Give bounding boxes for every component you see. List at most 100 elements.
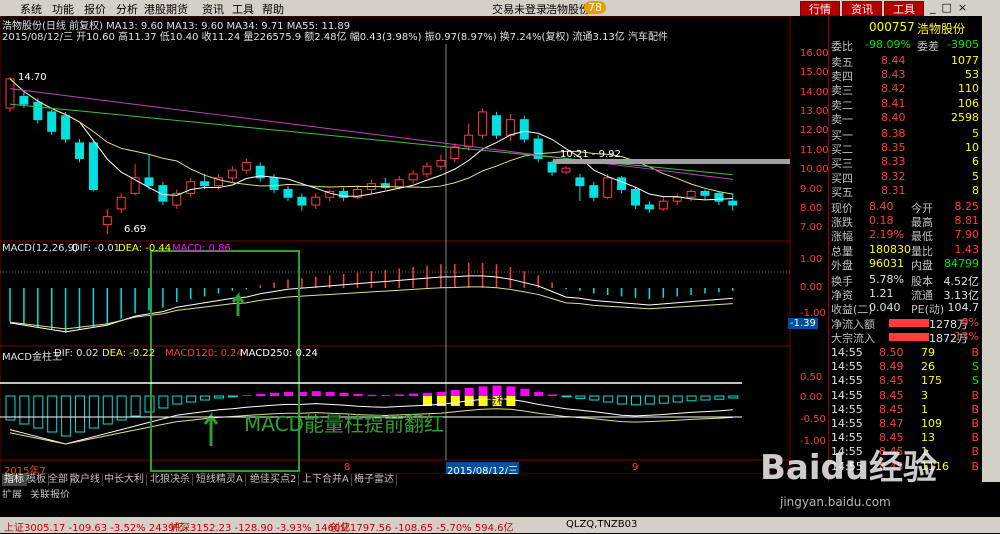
- tick-time: 14:55: [831, 402, 863, 416]
- tick-side: B: [971, 402, 979, 416]
- candle-body: [116, 196, 126, 210]
- tab-3[interactable]: 散户线: [68, 474, 103, 486]
- bid-row[interactable]: 买五 8.31 8: [829, 184, 983, 199]
- tick-volume: 1: [921, 402, 928, 416]
- menu-hk-futures[interactable]: 港股期货: [144, 1, 188, 17]
- notification-badge[interactable]: 78: [584, 1, 606, 14]
- tick-row: 14:55 8.45 1 B: [829, 403, 983, 417]
- stat2-row-value: 0.040: [869, 301, 901, 315]
- stat-row-value2: 84799: [944, 256, 979, 270]
- macd1-marker: -1.39: [788, 318, 818, 329]
- ask-row[interactable]: 卖一 8.40 2598: [829, 111, 983, 126]
- menu-analysis[interactable]: 分析: [116, 1, 138, 17]
- ask-price: 8.42: [881, 82, 906, 96]
- ask-volume: 106: [958, 96, 979, 110]
- news-button[interactable]: 资讯: [842, 1, 882, 16]
- menu-tools[interactable]: 工具: [232, 1, 254, 17]
- stat-row-value: 2.19%: [869, 228, 904, 242]
- candle-body: [436, 159, 446, 167]
- tick-side: B: [971, 431, 979, 445]
- macd2-bar: [270, 392, 280, 396]
- macd2-bar: [144, 395, 155, 413]
- right-toolbar[interactable]: [982, 16, 1000, 482]
- candle-body: [700, 190, 710, 196]
- bid-volume: 10: [965, 141, 979, 155]
- tab-6[interactable]: 短线精灵A: [194, 474, 246, 486]
- ask-price: 8.41: [881, 96, 906, 110]
- menu-function[interactable]: 功能: [52, 1, 74, 17]
- minimize-icon[interactable]: _: [930, 1, 942, 14]
- tab-7[interactable]: 绝佳买点2: [248, 474, 300, 486]
- tick-price: 8.45: [879, 374, 904, 388]
- candle-body: [283, 189, 293, 198]
- ask-price: 8.43: [881, 68, 906, 82]
- menu-help[interactable]: 帮助: [262, 1, 284, 17]
- gold-bar: [450, 396, 460, 406]
- macd-annotation-text: MACD能量柱提前翻红: [244, 412, 444, 436]
- macd2-bar: [116, 395, 127, 421]
- trade-login-status[interactable]: 交易未登录: [492, 1, 547, 17]
- stat2-row: 换手 5.78% 股本 4.52亿: [829, 273, 983, 288]
- bid-row[interactable]: 买三 8.33 6: [829, 155, 983, 170]
- tick-row: 14:55 8.47 109 B: [829, 417, 983, 431]
- tick-side: B: [971, 346, 979, 359]
- stat-row-value: 8.40: [869, 200, 894, 213]
- tick-price: 8.49: [879, 360, 904, 374]
- macd2-bar: [714, 395, 725, 400]
- tools-button[interactable]: 工具: [884, 1, 924, 16]
- macd2-bar: [644, 395, 655, 405]
- stat-row: 外盘 96031 内盘 84799: [829, 256, 983, 272]
- stat2-row-value: 5.78%: [869, 273, 904, 286]
- macd2-bar: [19, 395, 30, 425]
- window-controls[interactable]: _□×: [930, 1, 973, 14]
- menu-quote[interactable]: 报价: [84, 1, 106, 17]
- maximize-icon[interactable]: □: [942, 1, 958, 14]
- stock-name: 浩物股份: [917, 22, 966, 36]
- bid-row[interactable]: 买一 8.38 5: [829, 127, 983, 142]
- candle-body: [144, 177, 154, 187]
- tick-volume: 26: [921, 360, 935, 374]
- tab-9[interactable]: 梅子雷达: [352, 474, 397, 486]
- price-axis-label: 7.00: [800, 222, 823, 234]
- menu-system[interactable]: 系统: [20, 1, 42, 17]
- quote-button[interactable]: 行情: [800, 1, 840, 16]
- ask-row[interactable]: 卖四 8.43 53: [829, 68, 983, 83]
- price-axis-label: 16.00: [800, 47, 829, 59]
- candlestick-series: [5, 76, 738, 235]
- candle-body: [561, 167, 571, 173]
- up-arrow-icon: [231, 291, 245, 316]
- tab-8[interactable]: 上下合并A: [300, 474, 352, 486]
- ask-row[interactable]: 卖二 8.41 106: [829, 96, 983, 112]
- close-icon[interactable]: ×: [958, 1, 973, 14]
- bid-row[interactable]: 买四 8.32 5: [829, 169, 983, 185]
- macd2-bar: [227, 395, 238, 398]
- stat2-row-value2: 104.7: [947, 301, 980, 315]
- tick-time: 14:55: [831, 388, 863, 402]
- bid-label: 买五: [831, 185, 853, 199]
- ask-row[interactable]: 卖五 8.44 1077: [829, 54, 983, 69]
- flow-bar: [889, 332, 929, 341]
- macd2-bar: [464, 388, 474, 396]
- tick-time: 14:55: [831, 346, 863, 359]
- tab-5[interactable]: 北狼决杀: [148, 474, 193, 486]
- bid-row[interactable]: 买二 8.35 10: [829, 141, 983, 156]
- price-axis-label: 12.00: [800, 125, 829, 137]
- menu-news[interactable]: 资讯: [202, 1, 224, 17]
- ask-row[interactable]: 卖三 8.42 110: [829, 82, 983, 97]
- stat-row-value2: 8.81: [954, 214, 980, 228]
- macd2-bar: [548, 394, 558, 396]
- tick-price: 8.50: [879, 346, 904, 359]
- candle-body: [227, 169, 237, 179]
- macd2-m250: MACD250: 0.24: [240, 348, 318, 359]
- kline-chart-area[interactable]: 浩物股份(日线 前复权) MA13: 9.60 MA13: 9.60 MA34:…: [0, 16, 829, 477]
- macd2-axis-050: 0.50: [800, 372, 823, 383]
- tab-4[interactable]: 中长大利: [102, 474, 147, 486]
- sh-index: 上证3005.17 -109.63 -3.52% 2439亿: [4, 523, 185, 534]
- macd1-axis-1: 1.00: [800, 254, 823, 265]
- macd2-bar: [353, 394, 363, 396]
- candle-body: [88, 142, 98, 191]
- bid-price: 8.32: [881, 169, 906, 183]
- bid-volume: 5: [972, 127, 979, 140]
- candle-body: [658, 200, 668, 210]
- tick-side: S: [972, 360, 979, 374]
